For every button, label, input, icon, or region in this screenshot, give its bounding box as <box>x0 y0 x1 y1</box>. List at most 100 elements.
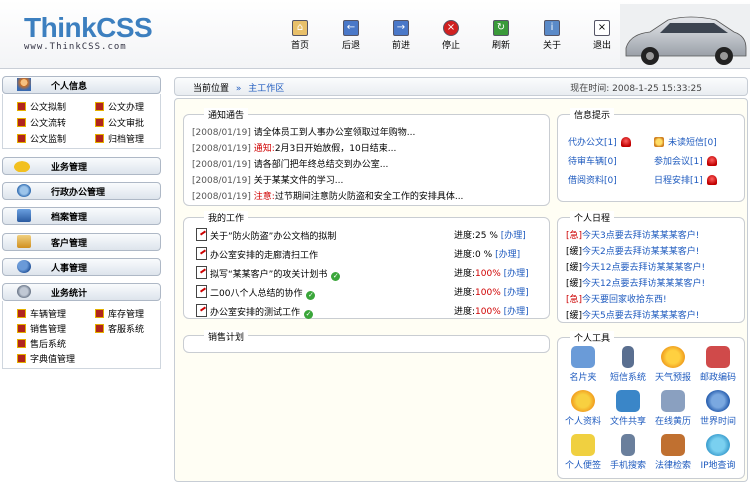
tool-postcode[interactable]: 邮政编码 <box>696 346 740 383</box>
sidebar-section-stats[interactable]: 业务统计 <box>2 283 161 301</box>
tools-title: 个人工具 <box>570 331 615 344</box>
home-button[interactable]: ⌂ 首页 <box>280 20 320 51</box>
tool-sms[interactable]: 短信系统 <box>606 346 650 383</box>
forward-label: 前进 <box>391 41 410 51</box>
tip-count: [1] <box>604 138 617 148</box>
tool-label: 天气预报 <box>654 373 691 383</box>
notice-row[interactable]: [2008/01/19] 请各部门把年终总结交到办公室... <box>192 157 388 170</box>
sidebar-section-business[interactable]: 业务管理 <box>2 157 161 175</box>
sidebar-item-doc-flow[interactable]: 公文流转 <box>17 116 66 129</box>
forward-button[interactable]: → 前进 <box>381 20 421 51</box>
sidebar-section-personal[interactable]: 个人信息 <box>2 76 161 94</box>
progress-value: 100% <box>475 307 501 317</box>
notice-flag: 通知: <box>253 144 275 154</box>
sidebar-item-doc-handle[interactable]: 公文办理 <box>95 100 144 113</box>
tool-profile[interactable]: 个人资料 <box>561 390 605 427</box>
schedule-row[interactable]: [急]今天要回家收拾东西! <box>566 292 667 305</box>
notice-date: [2008/01/19] <box>192 176 251 186</box>
document-icon <box>196 228 207 241</box>
tip-item[interactable]: 参加会议[1] <box>654 154 717 167</box>
sidebar-item-doc-approve[interactable]: 公文审批 <box>95 116 144 129</box>
stop-icon: × <box>443 20 459 36</box>
sidebar-item-dictionary[interactable]: 字典值管理 <box>17 352 75 365</box>
tool-label: 名片夹 <box>569 373 597 383</box>
tool-law-search[interactable]: 法律检索 <box>651 434 695 471</box>
tool-phone-search[interactable]: 手机搜索 <box>606 434 650 471</box>
schedule-text: 今天要回家收拾东西! <box>582 295 667 305</box>
time-label: 现在时间: <box>570 84 610 94</box>
refresh-button[interactable]: ↻ 刷新 <box>481 20 521 51</box>
handle-link[interactable]: [办理] <box>501 231 526 241</box>
handle-link[interactable]: [办理] <box>504 307 529 317</box>
tip-item[interactable]: 日程安排[1] <box>654 173 717 186</box>
sidebar-section-title: 客户管理 <box>51 239 88 249</box>
sidebar-stats-list: 车辆管理 库存管理 销售管理 客服系统 售后系统 字典值管理 <box>2 301 161 369</box>
schedule-row[interactable]: [缓]今天12点要去拜访某某某客户! <box>566 260 705 273</box>
my-work-title: 我的工作 <box>204 211 249 224</box>
message-icon <box>654 137 664 147</box>
back-button[interactable]: ← 后退 <box>331 20 371 51</box>
bullet-icon <box>17 309 26 318</box>
tool-weather[interactable]: 天气预报 <box>651 346 695 383</box>
sidebar-item-label: 销售管理 <box>30 325 67 335</box>
car-image <box>620 4 750 68</box>
notice-row[interactable]: [2008/01/19] 注意:过节期间注意防火防盗和安全工作的安排具体... <box>192 189 463 202</box>
tool-file-share[interactable]: 文件共享 <box>606 390 650 427</box>
tool-label: 文件共享 <box>609 417 646 427</box>
sidebar-section-customer[interactable]: 客户管理 <box>2 233 161 251</box>
tip-item[interactable]: 未读短信[0] <box>654 135 717 148</box>
handle-link[interactable]: [办理] <box>495 250 520 260</box>
tool-notepad[interactable]: 个人便签 <box>561 434 605 471</box>
document-icon <box>196 266 207 279</box>
sidebar-section-title: 档案管理 <box>51 213 88 223</box>
tool-label: 短信系统 <box>609 373 646 383</box>
document-icon <box>196 285 207 298</box>
sidebar-section-title: 业务管理 <box>51 163 88 173</box>
schedule-row[interactable]: [缓]今天5点要去拜访某某某客户! <box>566 308 699 321</box>
schedule-row[interactable]: [缓]今天2点要去拜访某某某客户! <box>566 244 699 257</box>
notice-row[interactable]: [2008/01/19] 请全体员工到人事办公室领取过年购物... <box>192 125 415 138</box>
tool-calendar[interactable]: 在线黄历 <box>651 390 695 427</box>
sidebar-item-doc-draft[interactable]: 公文拟制 <box>17 100 66 113</box>
sidebar-section-hr[interactable]: 人事管理 <box>2 258 161 276</box>
exit-label: 退出 <box>592 41 611 51</box>
info-tips-panel: 信息提示 代办公文[1] 未读短信[0] 待审车辆[0] 参加会议[1] 借阅资… <box>557 108 745 202</box>
work-progress: 进度:100% [办理] <box>454 304 534 317</box>
handle-link[interactable]: [办理] <box>504 288 529 298</box>
sidebar-item-archive-manage[interactable]: 归档管理 <box>95 132 144 145</box>
tip-item[interactable]: 代办公文[1] <box>568 135 631 148</box>
alert-bell-icon <box>706 156 717 166</box>
schedule-panel: 个人日程 [急]今天3点要去拜访某某某客户! [缓]今天2点要去拜访某某某客户!… <box>557 211 745 323</box>
notice-text: 请各部门把年终总结交到办公室... <box>253 160 389 170</box>
schedule-row[interactable]: [缓]今天12点要去拜访某某某客户! <box>566 276 705 289</box>
notice-row[interactable]: [2008/01/19] 通知:2月3日开始放假，10日结束... <box>192 141 396 154</box>
exit-button[interactable]: × 退出 <box>582 20 622 51</box>
tip-item[interactable]: 借阅资料[0] <box>568 173 617 186</box>
sidebar-item-service[interactable]: 客服系统 <box>95 322 144 335</box>
sidebar-item-sales[interactable]: 销售管理 <box>17 322 66 335</box>
about-button[interactable]: i 关于 <box>532 20 572 51</box>
sidebar-item-doc-supervise[interactable]: 公文监制 <box>17 132 66 145</box>
about-label: 关于 <box>542 41 561 51</box>
work-progress: 进度:25 % [办理] <box>454 228 534 241</box>
tip-item[interactable]: 待审车辆[0] <box>568 154 617 167</box>
notice-text: 关于某某文件的学习... <box>253 176 344 186</box>
breadcrumb-separator: » <box>235 84 242 94</box>
sidebar-section-title: 业务统计 <box>51 289 88 299</box>
sidebar-section-archive[interactable]: 档案管理 <box>2 207 161 225</box>
stop-button[interactable]: × 停止 <box>431 20 471 51</box>
breadcrumb-current[interactable]: 主工作区 <box>248 84 284 94</box>
handle-link[interactable]: [办理] <box>504 269 529 279</box>
sidebar-item-inventory[interactable]: 库存管理 <box>95 307 144 320</box>
notice-row[interactable]: [2008/01/19] 关于某某文件的学习... <box>192 173 343 186</box>
alert-bell-icon <box>620 137 631 147</box>
sidebar-item-aftersales[interactable]: 售后系统 <box>17 337 66 350</box>
tool-ip-lookup[interactable]: IP地查询 <box>696 434 740 471</box>
tool-world-time[interactable]: 世界时间 <box>696 390 740 427</box>
schedule-row[interactable]: [急]今天3点要去拜访某某某客户! <box>566 228 699 241</box>
tool-card-holder[interactable]: 名片夹 <box>561 346 605 383</box>
sidebar-item-vehicle[interactable]: 车辆管理 <box>17 307 66 320</box>
tip-label: 代办公文 <box>568 138 605 148</box>
tool-label: 手机搜索 <box>609 461 646 471</box>
sidebar-section-office[interactable]: 行政办公管理 <box>2 182 161 200</box>
